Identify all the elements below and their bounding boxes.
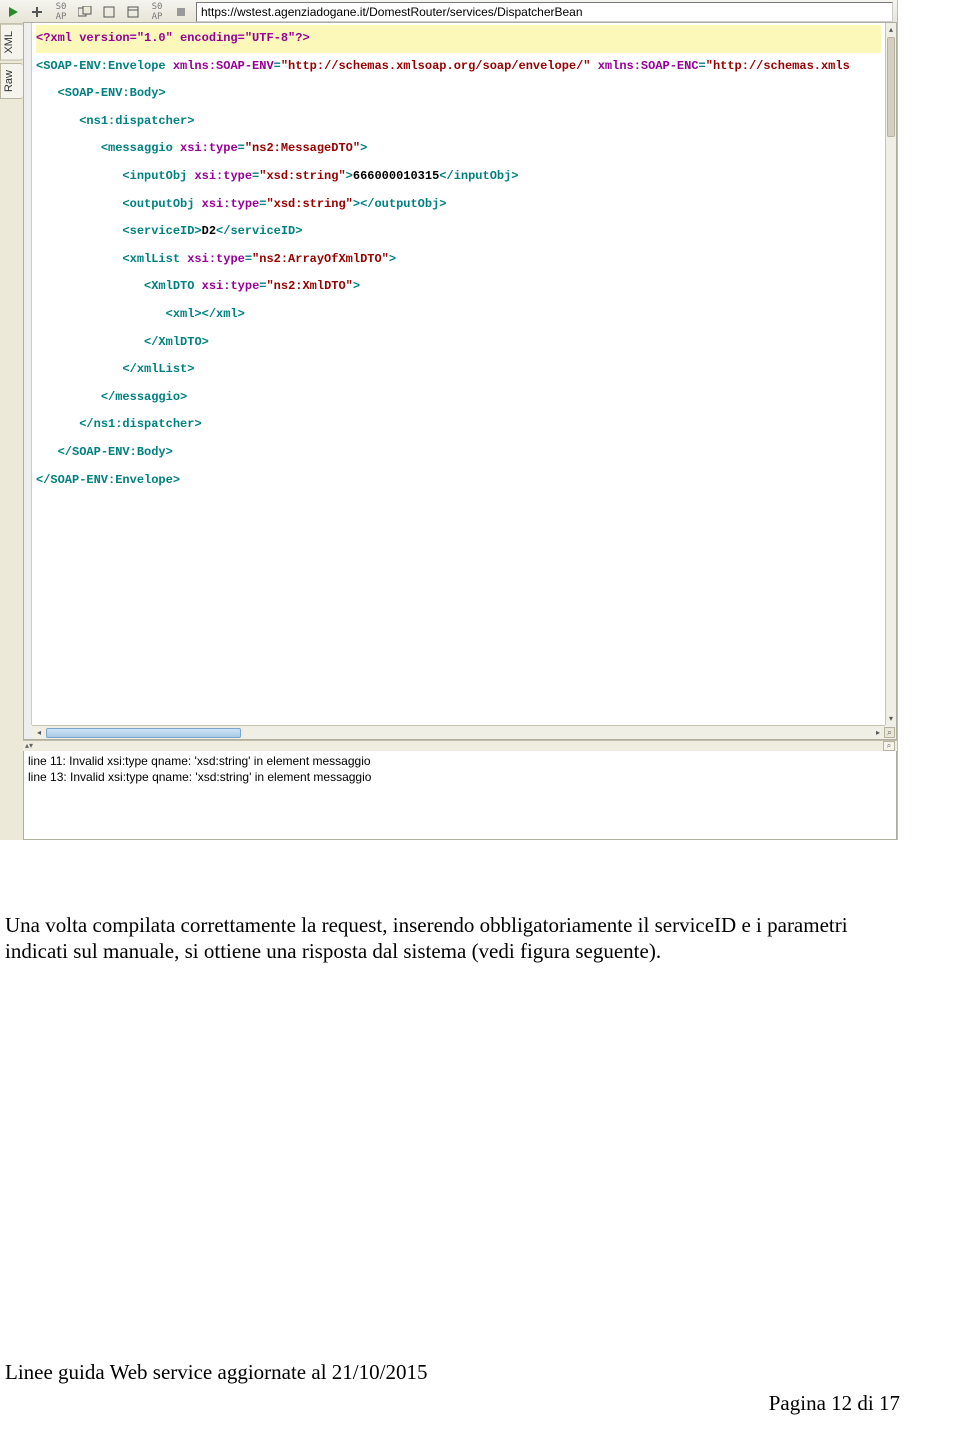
attachment-button[interactable] bbox=[172, 3, 190, 21]
url-input[interactable] bbox=[196, 2, 893, 22]
soap-icon[interactable]: S0AP bbox=[52, 3, 70, 21]
side-tabs: XML Raw bbox=[0, 22, 23, 122]
tab-raw[interactable]: Raw bbox=[0, 63, 23, 99]
validation-messages: line 11: Invalid xsi:type qname: 'xsd:st… bbox=[23, 751, 897, 840]
form-button[interactable] bbox=[124, 3, 142, 21]
submit-button[interactable] bbox=[4, 3, 22, 21]
search-button[interactable]: ⌕ bbox=[883, 741, 895, 751]
soap-icon-2[interactable]: S0AP bbox=[148, 3, 166, 21]
editor-wrap: <?xml version="1.0" encoding="UTF-8"?> <… bbox=[23, 22, 897, 740]
clone-button[interactable] bbox=[76, 3, 94, 21]
scroll-down-icon[interactable]: ▾ bbox=[886, 712, 896, 725]
vertical-scrollbar[interactable]: ▴ ▾ bbox=[885, 23, 896, 725]
scroll-up-icon[interactable]: ▴ bbox=[886, 23, 896, 36]
editor-gutter bbox=[24, 23, 32, 725]
scroll-right-icon[interactable]: ▸ bbox=[871, 726, 885, 739]
scroll-thumb-v[interactable] bbox=[887, 37, 895, 137]
horizontal-scrollbar[interactable]: ◂ ▸ bbox=[32, 725, 885, 739]
validation-line: line 13: Invalid xsi:type qname: 'xsd:st… bbox=[28, 769, 892, 785]
tab-xml[interactable]: XML bbox=[0, 24, 23, 61]
validation-line: line 11: Invalid xsi:type qname: 'xsd:st… bbox=[28, 753, 892, 769]
scroll-left-icon[interactable]: ◂ bbox=[32, 726, 46, 739]
soapui-panel: S0AP S0AP XML Raw <?xml version="1.0" en… bbox=[0, 0, 898, 840]
footer-title: Linee guida Web service aggiornate al 21… bbox=[5, 1360, 427, 1385]
search-icon[interactable]: ⌕ bbox=[884, 727, 895, 738]
xml-editor[interactable]: <?xml version="1.0" encoding="UTF-8"?> <… bbox=[32, 23, 885, 725]
toolbar: S0AP S0AP bbox=[0, 0, 897, 24]
window-button[interactable] bbox=[100, 3, 118, 21]
scroll-thumb-h[interactable] bbox=[46, 728, 241, 738]
document-paragraph: Una volta compilata correttamente la req… bbox=[5, 912, 895, 965]
add-button[interactable] bbox=[28, 3, 46, 21]
collapse-icon[interactable]: ▴▾ bbox=[25, 742, 33, 750]
page-number: Pagina 12 di 17 bbox=[769, 1391, 900, 1416]
